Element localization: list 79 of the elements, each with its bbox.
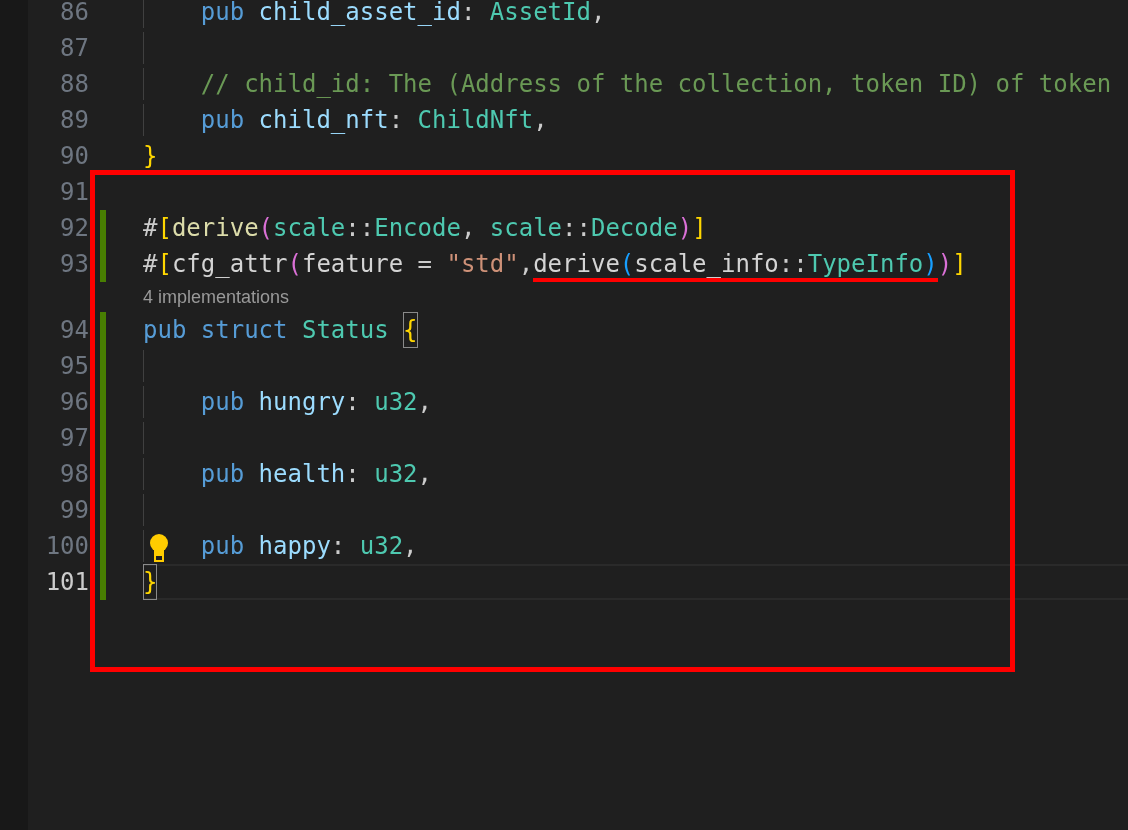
punctuation: :: [778, 246, 808, 282]
keyword: struct [200, 315, 288, 346]
punctuation: : [345, 459, 360, 490]
type-name: scale [273, 213, 346, 244]
keyword: pub [200, 459, 245, 490]
type-name: u32 [359, 531, 404, 562]
keyword: pub [200, 531, 245, 562]
line-number: 101 [44, 567, 89, 598]
punctuation: , [460, 213, 476, 244]
field-name: child_nft [258, 105, 389, 136]
punctuation: # [143, 213, 158, 244]
type-name: Decode [590, 213, 678, 244]
bracket: ] [692, 213, 707, 244]
bracket: } [143, 141, 158, 172]
line-number: 97 [59, 423, 89, 454]
type-name: Status [301, 315, 389, 346]
line-number: 96 [59, 387, 89, 418]
line-number: 91 [59, 177, 89, 208]
bracket: [ [157, 213, 172, 244]
type-name: u32 [374, 387, 418, 418]
line-number: 94 [59, 315, 89, 346]
bracket: ) [937, 249, 953, 280]
punctuation: , [518, 249, 534, 280]
punctuation: , [417, 387, 432, 418]
field-name: health [258, 459, 346, 490]
bracket: ) [923, 246, 938, 282]
type-name: u32 [374, 459, 418, 490]
line-number: 99 [59, 495, 89, 526]
type-name: TypeInfo [807, 246, 924, 282]
line-number: 98 [59, 459, 89, 490]
punctuation: , [403, 531, 418, 562]
identifier: feature [301, 249, 404, 280]
code-comment: // child_id: The (Address of the collection, token ID) of token [200, 69, 1112, 100]
line-number: 100 [44, 531, 89, 562]
keyword: pub [200, 0, 245, 28]
field-name: happy [258, 531, 331, 562]
keyword: pub [143, 315, 187, 346]
type-name: ChildNft [417, 105, 534, 136]
keyword: pub [200, 105, 245, 136]
punctuation: : [330, 531, 346, 562]
attribute-name: derive [171, 213, 259, 244]
punctuation: , [533, 105, 548, 136]
type-name: scale [489, 213, 563, 244]
punctuation: : [460, 0, 476, 28]
identifier: derive [533, 246, 620, 282]
punctuation: = [417, 249, 432, 280]
lightbulb-icon[interactable] [148, 533, 170, 563]
bracket: ) [677, 213, 693, 244]
field-name: child_asset_id [258, 0, 461, 28]
bracket: ( [287, 249, 302, 280]
matched-bracket: } [143, 564, 158, 600]
line-number: 89 [59, 105, 89, 136]
field-name: hungry [258, 387, 346, 418]
identifier: cfg_attr [171, 249, 288, 280]
punctuation: :: [562, 213, 591, 244]
line-number: 92 [59, 213, 89, 244]
line-number: 88 [59, 69, 89, 100]
line-number: 90 [59, 141, 89, 172]
type-name: Encode [374, 213, 461, 244]
punctuation: : [345, 387, 360, 418]
line-number: 87 [59, 33, 89, 64]
line-number: 95 [59, 351, 89, 382]
line-number: 93 [59, 249, 89, 280]
bracket: ( [258, 213, 274, 244]
punctuation: # [143, 249, 158, 280]
punctuation: , [417, 459, 432, 490]
codelens-link[interactable]: 4 implementations [143, 286, 290, 308]
punctuation: : [388, 105, 404, 136]
type-name: AssetId [489, 0, 591, 28]
matched-bracket: { [403, 312, 418, 348]
bracket: [ [157, 249, 172, 280]
string-literal: "std" [446, 249, 519, 280]
identifier: scale_info [634, 246, 779, 282]
punctuation: , [590, 0, 606, 28]
bracket: ] [952, 249, 967, 280]
punctuation: :: [345, 213, 375, 244]
bracket: ( [619, 246, 635, 282]
line-number: 86 [59, 0, 89, 28]
keyword: pub [200, 387, 245, 418]
